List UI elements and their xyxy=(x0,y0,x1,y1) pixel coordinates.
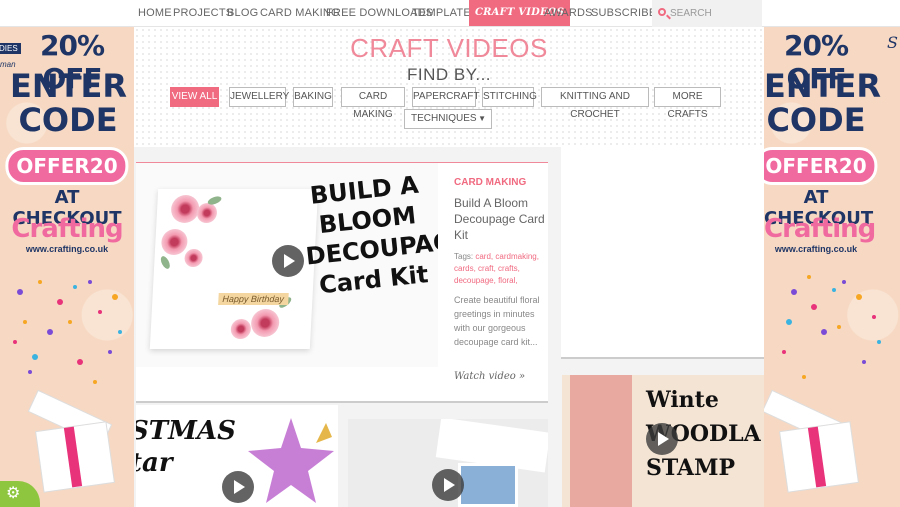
leaf-decoration xyxy=(159,254,172,271)
tag-link[interactable]: card, xyxy=(475,252,493,261)
featured-video-thumbnail[interactable]: Happy Birthday BUILD A BLOOM DECOUPAGE C… xyxy=(136,163,438,367)
search-icon[interactable] xyxy=(658,8,666,16)
ad-promo-code: OFFER20 xyxy=(5,147,129,185)
filter-view-all[interactable]: VIEW ALL xyxy=(170,87,219,107)
flower-decoration xyxy=(230,319,252,339)
ad-url: www.crafting.co.uk xyxy=(774,244,858,254)
tag-link[interactable]: crafts, xyxy=(498,264,520,273)
video-thumbnail-winter-woodland-stamps[interactable]: Winte WOODLA STAMP xyxy=(562,375,764,507)
filter-papercraft[interactable]: PAPERCRAFT xyxy=(412,87,480,107)
tag-link[interactable]: cardmaking, xyxy=(495,252,539,261)
ad-corner-script: S xyxy=(887,33,898,52)
flower-decoration xyxy=(196,203,218,223)
card-greeting: Happy Birthday xyxy=(218,293,289,305)
flower-decoration xyxy=(184,249,204,267)
tag-link[interactable]: floral, xyxy=(498,276,518,285)
filter-header: CRAFT VIDEOS FIND BY... VIEW ALL JEWELLE… xyxy=(134,27,764,147)
find-by-label: FIND BY... xyxy=(406,65,492,84)
star-image xyxy=(248,418,334,503)
page-title: CRAFT VIDEOS xyxy=(350,33,548,63)
leaf-decoration xyxy=(206,194,223,207)
tag-link[interactable]: decoupage, xyxy=(454,276,496,285)
top-navigation: HOME PROJECTS BLOG CARD MAKING FREE DOWN… xyxy=(0,0,900,27)
main-content: CRAFT VIDEOS FIND BY... VIEW ALL JEWELLE… xyxy=(134,27,764,507)
nav-awards[interactable]: AWARDS xyxy=(544,0,593,26)
ad-url: www.crafting.co.uk xyxy=(25,244,109,254)
tag-link[interactable]: craft, xyxy=(478,264,496,273)
divider xyxy=(136,401,548,403)
dropdown-arrow-icon: ▼ xyxy=(478,114,486,123)
video-thumbnail-craft[interactable] xyxy=(348,419,548,507)
filter-knitting-and-crochet[interactable]: KNITTING AND CROCHET xyxy=(541,87,649,120)
tag-link[interactable]: cards, xyxy=(454,264,476,273)
video-description: Create beautiful floral greetings in min… xyxy=(454,295,540,347)
thumbnail-headline: BUILD A BLOOM DECOUPAGE Card Kit xyxy=(304,170,438,300)
play-icon[interactable] xyxy=(432,469,464,501)
card-image xyxy=(458,463,518,507)
video-thumbnail-christmas-star[interactable]: STMAS tar xyxy=(136,405,338,507)
flower-decoration xyxy=(250,309,280,337)
watch-video-link[interactable]: Watch video » xyxy=(454,371,525,382)
search-input[interactable] xyxy=(670,4,758,23)
search-box[interactable] xyxy=(652,0,762,27)
techniques-dropdown-value: TECHNIQUES xyxy=(411,113,477,124)
nav-subscribe[interactable]: SUBSCRIBE xyxy=(591,0,656,26)
ad-brand-logo: Crafting xyxy=(764,214,876,244)
ad-enter-code: ENTER CODE xyxy=(764,67,881,139)
nav-home[interactable]: HOME xyxy=(138,0,172,26)
video-category[interactable]: CARD MAKING xyxy=(454,177,526,188)
card-image xyxy=(570,375,632,507)
nav-blog[interactable]: BLOG xyxy=(227,0,258,26)
ad-promo-code: OFFER20 xyxy=(764,147,878,185)
flower-decoration xyxy=(170,195,200,223)
nav-projects[interactable]: PROJECTS xyxy=(173,0,233,26)
left-advert-banner[interactable]: DIES man 20% OFF ENTER CODE OFFER20 AT C… xyxy=(0,27,134,507)
video-tags: Tags: card, cardmaking, cards, craft, cr… xyxy=(454,251,548,287)
right-advert-banner[interactable]: S 20% OFF ENTER CODE OFFER20 AT CHECKOUT… xyxy=(764,27,900,507)
ad-enter-code: ENTER CODE xyxy=(10,67,127,139)
tags-label: Tags: xyxy=(454,252,474,261)
play-icon[interactable] xyxy=(646,423,678,455)
play-icon[interactable] xyxy=(222,471,254,503)
featured-video-card: Happy Birthday BUILD A BLOOM DECOUPAGE C… xyxy=(136,162,548,402)
techniques-dropdown[interactable]: TECHNIQUES ▼ xyxy=(404,109,492,129)
thumbnail-headline: STMAS tar xyxy=(136,416,236,478)
filter-baking[interactable]: BAKING xyxy=(293,87,333,107)
gear-icon[interactable]: ⚙ xyxy=(6,486,20,502)
divider xyxy=(561,357,764,359)
video-title-link[interactable]: Build A Bloom Decoupage Card Kit xyxy=(454,195,548,243)
filter-jewellery[interactable]: JEWELLERY xyxy=(229,87,289,107)
sidebar-panel xyxy=(561,147,764,357)
play-icon[interactable] xyxy=(272,245,304,277)
filter-stitching[interactable]: STITCHING xyxy=(482,87,537,107)
ad-brand-logo: Crafting xyxy=(11,214,123,244)
filter-more-crafts[interactable]: MORE CRAFTS xyxy=(654,87,721,120)
flower-decoration xyxy=(160,229,189,255)
filter-card-making[interactable]: CARD MAKING xyxy=(341,87,405,120)
